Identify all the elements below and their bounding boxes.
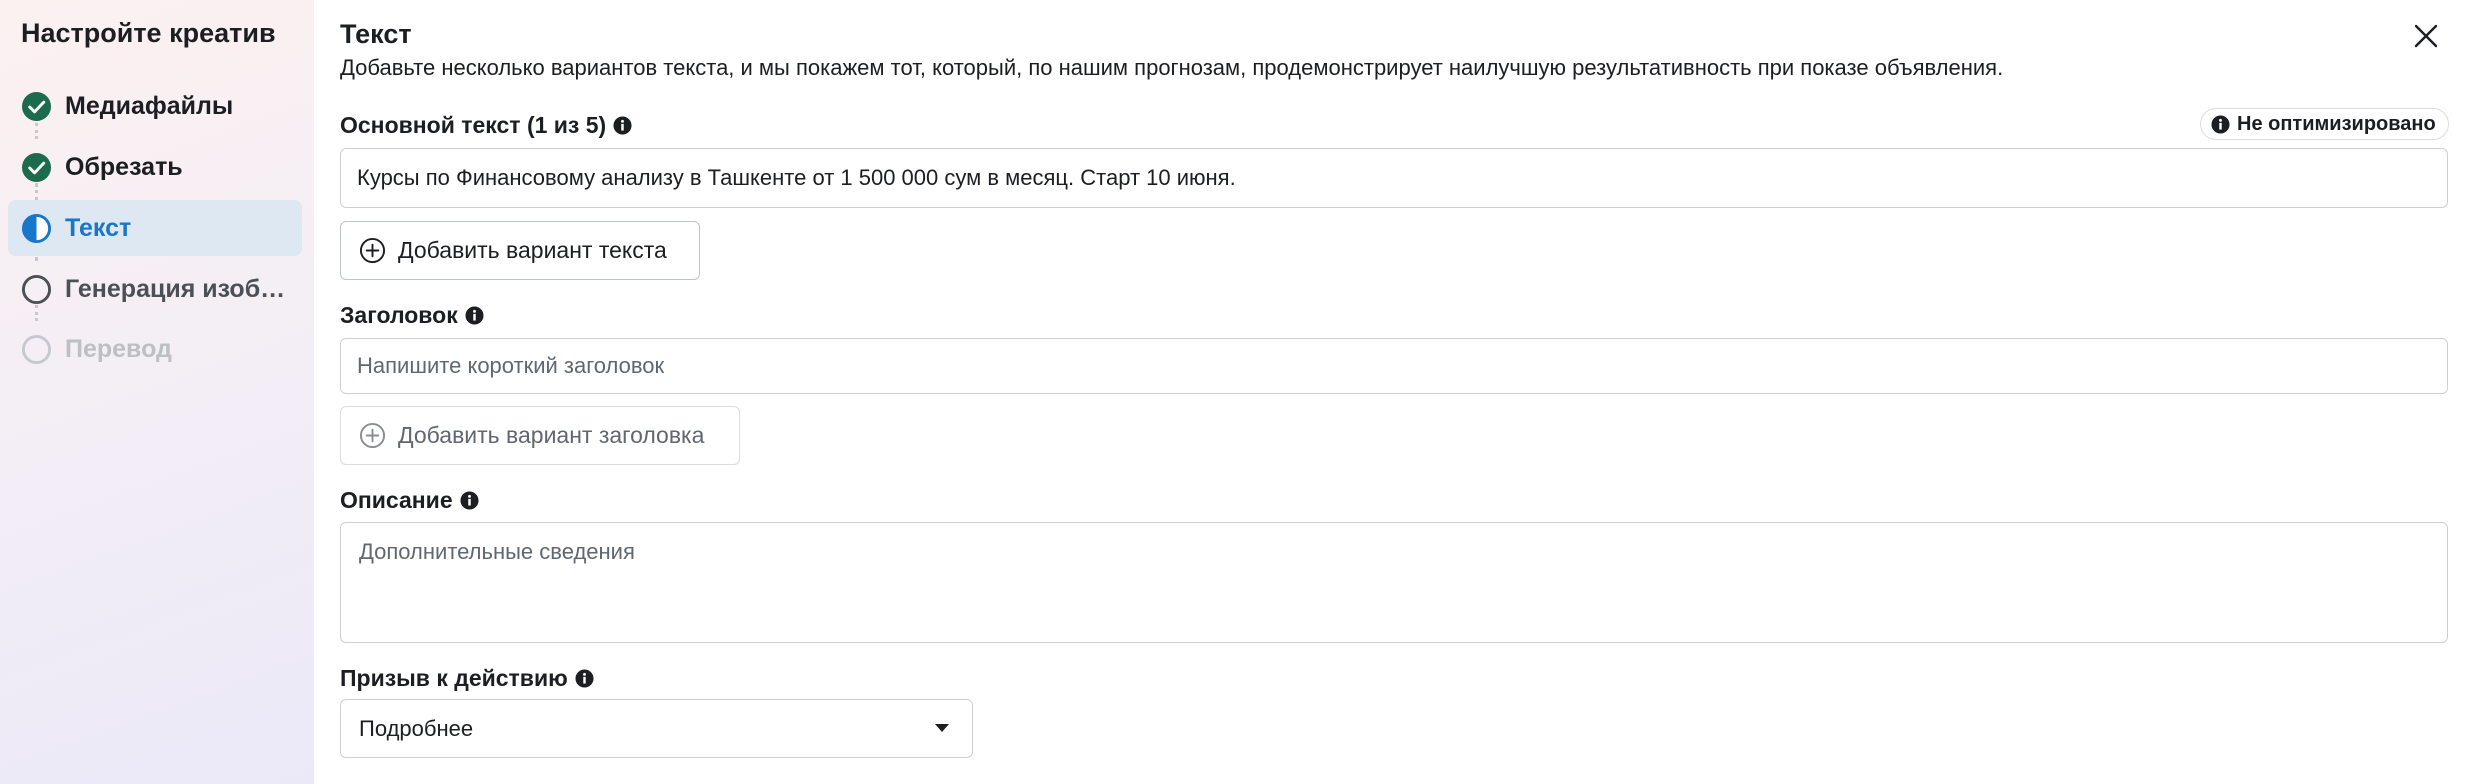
step-label: Медиафайлы [65,91,234,120]
section-title: Текст [340,19,412,49]
plus-circle-icon [359,422,386,449]
step-label: Обрезать [65,152,183,181]
primary-text-label: Основной текст (1 из 5) [340,112,632,139]
cta-label-text: Призыв к действию [340,665,568,691]
info-icon[interactable] [460,491,479,510]
headline-input[interactable]: Напишите короткий заголовок [340,338,2448,394]
primary-text-input[interactable]: Курсы по Финансовому анализу в Ташкенте … [340,148,2448,208]
headline-placeholder: Напишите короткий заголовок [357,353,665,378]
primary-text-value: Курсы по Финансовому анализу в Ташкенте … [357,165,1236,190]
empty-circle-icon [21,334,52,365]
check-circle-icon [21,152,52,183]
check-circle-icon [21,91,52,122]
section-description: Добавьте несколько вариантов текста, и м… [340,55,2004,80]
step-crop[interactable]: Обрезать [8,139,302,195]
cta-label: Призыв к действию [340,665,594,692]
step-label: Генерация изоб… [65,274,286,303]
caret-down-icon [935,724,949,732]
add-headline-variant-label: Добавить вариант заголовка [398,422,705,448]
cta-select[interactable]: Подробнее [340,699,973,758]
creative-setup-dialog: Настройте креатив Медиафайлы Обрезать Те… [0,0,2466,784]
step-image-generation[interactable]: Генерация изоб… [8,261,302,317]
empty-circle-icon [21,274,52,305]
step-text[interactable]: Текст [8,200,302,256]
step-translation: Перевод [8,321,302,377]
step-label: Перевод [65,334,172,363]
optimization-status-badge[interactable]: Не оптимизировано [2200,108,2449,140]
sidebar: Настройте креатив Медиафайлы Обрезать Те… [0,0,314,784]
step-label: Текст [65,213,132,242]
primary-text-label-text: Основной текст (1 из 5) [340,112,607,138]
info-icon [2211,114,2230,134]
description-label: Описание [340,487,479,514]
headline-label: Заголовок [340,302,484,329]
half-circle-icon [21,213,52,244]
add-text-variant-label: Добавить вариант текста [398,237,667,263]
add-headline-variant-button[interactable]: Добавить вариант заголовка [340,406,740,465]
info-icon[interactable] [575,669,594,688]
description-label-text: Описание [340,487,453,513]
info-icon[interactable] [465,306,484,325]
close-icon[interactable] [2410,20,2442,52]
sidebar-title: Настройте креатив [21,18,276,48]
description-placeholder: Дополнительные сведения [359,539,635,564]
description-textarea[interactable]: Дополнительные сведения [340,522,2448,643]
info-icon[interactable] [613,116,632,135]
headline-label-text: Заголовок [340,302,458,328]
cta-selected-value: Подробнее [359,715,474,741]
badge-label: Не оптимизировано [2237,112,2436,135]
add-text-variant-button[interactable]: Добавить вариант текста [340,221,700,280]
plus-circle-icon [359,237,386,264]
step-media[interactable]: Медиафайлы [8,78,302,134]
